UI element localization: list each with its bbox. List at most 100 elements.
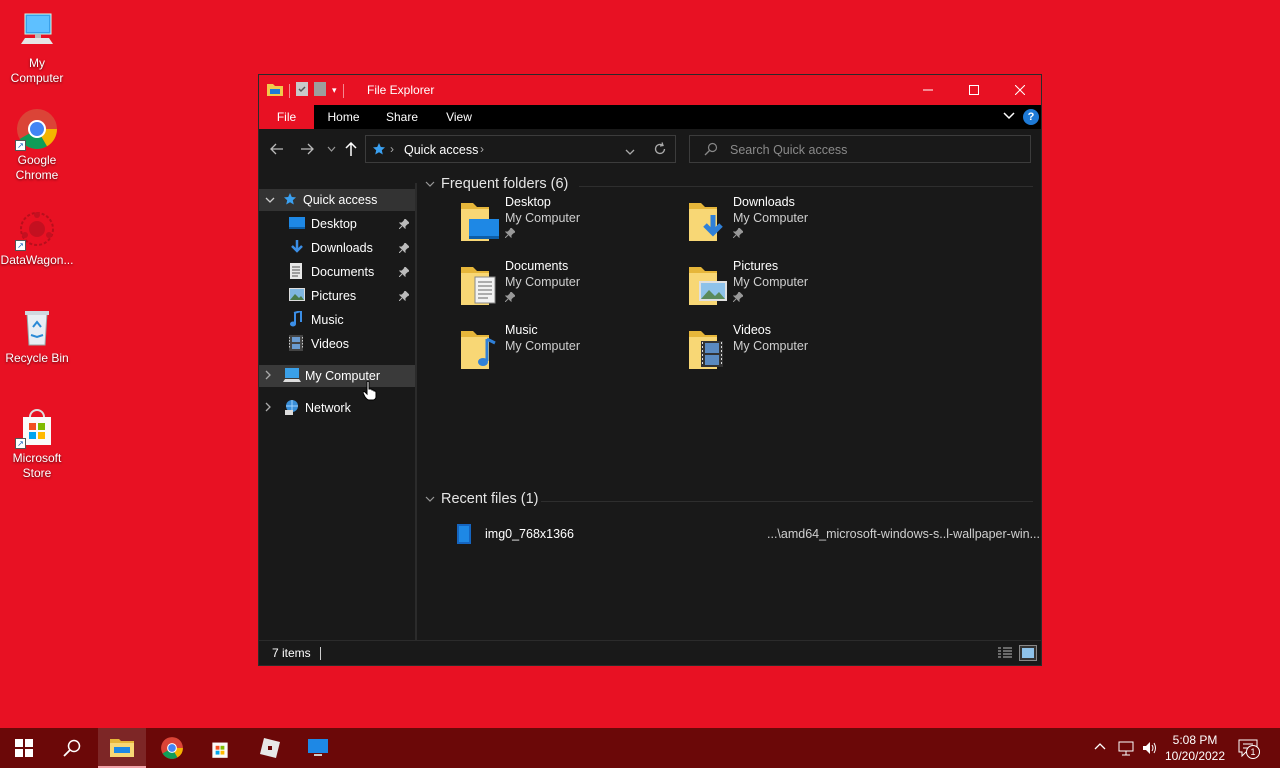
desktop-icon-datawagon[interactable]: ↗ DataWagon... bbox=[0, 207, 74, 268]
up-button[interactable] bbox=[341, 139, 361, 159]
nav-item-network[interactable]: Network bbox=[259, 397, 415, 419]
file-name: img0_768x1366 bbox=[485, 527, 574, 541]
computer-icon bbox=[283, 367, 301, 385]
minimize-button[interactable] bbox=[905, 75, 951, 105]
desktop-icon-my-computer[interactable]: My Computer bbox=[0, 10, 74, 86]
folder-name: Downloads bbox=[733, 195, 795, 209]
desktop-folder-icon bbox=[459, 199, 499, 241]
pin-icon bbox=[398, 290, 410, 304]
back-button[interactable] bbox=[267, 139, 287, 159]
new-folder-icon[interactable] bbox=[314, 82, 326, 99]
taskbar-remote-desktop[interactable] bbox=[294, 728, 342, 768]
notifications-button[interactable]: 1 bbox=[1238, 739, 1260, 760]
nav-item-quick-access[interactable]: Quick access bbox=[259, 189, 415, 211]
tab-share[interactable]: Share bbox=[374, 105, 430, 129]
desktop-icon bbox=[289, 216, 305, 232]
address-dropdown-icon[interactable] bbox=[625, 145, 635, 159]
group-title: Frequent folders (6) bbox=[441, 176, 569, 192]
taskbar-store[interactable] bbox=[196, 728, 244, 768]
folder-location: My Computer bbox=[733, 339, 809, 353]
nav-item-documents[interactable]: Documents bbox=[259, 261, 415, 283]
title-bar[interactable]: ▾ File Explorer bbox=[259, 75, 1041, 105]
nav-item-label: Pictures bbox=[311, 289, 357, 303]
nav-item-label: Downloads bbox=[311, 241, 373, 255]
chevron-right-icon[interactable] bbox=[265, 401, 275, 415]
nav-item-label: Documents bbox=[311, 265, 375, 279]
show-hidden-icons-button[interactable] bbox=[1094, 741, 1106, 756]
properties-icon[interactable] bbox=[296, 82, 308, 99]
divider bbox=[320, 647, 321, 660]
folder-name: Desktop bbox=[505, 195, 551, 209]
star-icon bbox=[283, 192, 299, 209]
folder-location: My Computer bbox=[733, 275, 809, 289]
tab-file[interactable]: File bbox=[259, 105, 314, 129]
file-path: ...\amd64_microsoft-windows-s..l-wallpap… bbox=[767, 527, 1041, 541]
desktop-icon-label: My Computer bbox=[10, 56, 64, 85]
recent-locations-button[interactable] bbox=[321, 139, 341, 159]
details-view-icon[interactable] bbox=[997, 646, 1013, 663]
forward-button[interactable] bbox=[297, 139, 317, 159]
group-header-frequent[interactable]: Frequent folders (6) bbox=[425, 176, 568, 192]
recycle-bin-icon bbox=[15, 305, 59, 349]
desktop-icon-microsoft-store[interactable]: ↗ Microsoft Store bbox=[0, 405, 74, 481]
volume-icon[interactable] bbox=[1142, 740, 1158, 759]
chevron-down-icon[interactable] bbox=[425, 176, 435, 192]
chevron-down-icon[interactable] bbox=[425, 491, 435, 507]
search-input[interactable]: Search Quick access bbox=[730, 143, 847, 157]
folder-tile-downloads[interactable]: Downloads My Computer bbox=[687, 195, 907, 251]
nav-item-label: Quick access bbox=[303, 193, 378, 207]
chevron-right-icon[interactable] bbox=[265, 369, 275, 383]
videos-folder-icon bbox=[687, 327, 727, 369]
nav-item-my-computer[interactable]: My Computer bbox=[259, 365, 415, 387]
videos-icon bbox=[289, 334, 305, 354]
address-bar[interactable]: › Quick access › bbox=[365, 135, 676, 163]
clock[interactable]: 5:08 PM 10/20/2022 bbox=[1160, 732, 1230, 764]
help-icon[interactable]: ? bbox=[1023, 109, 1039, 125]
group-header-recent[interactable]: Recent files (1) bbox=[425, 491, 539, 507]
breadcrumb[interactable]: Quick access bbox=[404, 143, 478, 157]
documents-folder-icon bbox=[459, 263, 499, 305]
desktop-icon-label: Recycle Bin bbox=[5, 351, 69, 365]
network-tray-icon[interactable] bbox=[1118, 740, 1134, 759]
nav-item-label: Network bbox=[305, 401, 351, 415]
folder-name: Videos bbox=[733, 323, 771, 337]
nav-item-pictures[interactable]: Pictures bbox=[259, 285, 415, 307]
folder-tile-videos[interactable]: Videos My Computer bbox=[687, 323, 907, 379]
tab-home[interactable]: Home bbox=[315, 105, 372, 129]
folder-tile-music[interactable]: Music My Computer bbox=[459, 323, 679, 379]
taskbar-file-explorer[interactable] bbox=[98, 728, 146, 768]
maximize-button[interactable] bbox=[951, 75, 997, 105]
search-box[interactable]: Search Quick access bbox=[689, 135, 1031, 163]
folder-tile-desktop[interactable]: Desktop My Computer bbox=[459, 195, 679, 251]
chevron-right-icon[interactable]: › bbox=[480, 142, 484, 156]
music-folder-icon bbox=[459, 327, 499, 369]
desktop-icon-recycle-bin[interactable]: Recycle Bin bbox=[0, 305, 74, 366]
chevron-down-icon[interactable] bbox=[265, 193, 275, 207]
nav-item-music[interactable]: Music bbox=[259, 309, 415, 331]
navigation-pane: Quick access Desktop Downloads Documents… bbox=[259, 183, 417, 642]
clock-date: 10/20/2022 bbox=[1164, 749, 1226, 763]
nav-item-downloads[interactable]: Downloads bbox=[259, 237, 415, 259]
taskbar-chrome[interactable] bbox=[148, 728, 196, 768]
folder-tile-pictures[interactable]: Pictures My Computer bbox=[687, 259, 907, 315]
tab-view[interactable]: View bbox=[431, 105, 487, 129]
search-icon bbox=[704, 142, 718, 159]
ribbon-expand-icon[interactable] bbox=[1003, 109, 1015, 124]
notification-count-badge: 1 bbox=[1246, 745, 1260, 759]
large-icons-view-icon[interactable] bbox=[1019, 645, 1037, 661]
taskbar-roblox[interactable] bbox=[246, 728, 294, 768]
close-button[interactable] bbox=[997, 75, 1043, 105]
nav-item-videos[interactable]: Videos bbox=[259, 333, 415, 355]
downloads-folder-icon bbox=[687, 199, 727, 241]
refresh-icon[interactable] bbox=[653, 142, 667, 159]
nav-item-desktop[interactable]: Desktop bbox=[259, 213, 415, 235]
desktop-icon-google-chrome[interactable]: ↗ Google Chrome bbox=[0, 107, 74, 183]
start-button[interactable] bbox=[0, 728, 48, 768]
music-icon bbox=[289, 309, 305, 330]
divider bbox=[579, 186, 1033, 187]
recent-file-row[interactable]: img0_768x1366 ...\amd64_microsoft-window… bbox=[449, 523, 1041, 547]
chevron-down-icon[interactable]: ▾ bbox=[332, 85, 337, 96]
content-area: Frequent folders (6) Desktop My Computer… bbox=[419, 169, 1041, 642]
search-button[interactable] bbox=[48, 728, 96, 768]
folder-tile-documents[interactable]: Documents My Computer bbox=[459, 259, 679, 315]
